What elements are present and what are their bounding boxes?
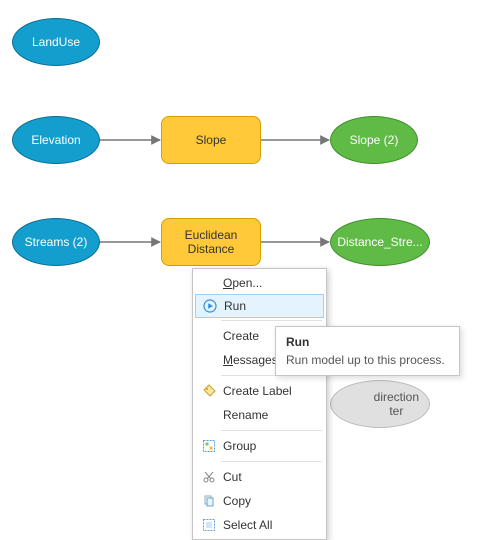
menu-item-label: Open... (223, 276, 318, 290)
menu-item-create-label[interactable]: Create Label (195, 379, 324, 403)
menu-item-rename[interactable]: Rename (195, 403, 324, 427)
node-distance-out[interactable]: Distance_Stre... (330, 218, 430, 266)
node-slope-out[interactable]: Slope (2) (330, 116, 418, 164)
menu-separator (221, 461, 322, 462)
node-label: Distance_Stre... (337, 235, 422, 249)
node-output-direction[interactable]: direction ter (330, 380, 430, 428)
tooltip-body: Run model up to this process. (286, 353, 449, 367)
tool-slope[interactable]: Slope (161, 116, 261, 164)
copy-icon (199, 493, 219, 509)
menu-separator (221, 320, 322, 321)
menu-item-label: Cut (223, 470, 318, 484)
play-icon (200, 298, 220, 314)
menu-separator (221, 430, 322, 431)
scissors-icon (199, 469, 219, 485)
menu-item-label: Run (224, 299, 317, 313)
menu-item-run[interactable]: Run (195, 294, 324, 318)
select-all-icon (199, 517, 219, 533)
menu-item-label: Copy (223, 494, 318, 508)
menu-item-open[interactable]: Open... (195, 271, 324, 295)
blank-icon (199, 275, 219, 291)
menu-item-label: Select All (223, 518, 318, 532)
group-icon (199, 438, 219, 454)
menu-item-cut[interactable]: Cut (195, 465, 324, 489)
label-icon (199, 383, 219, 399)
node-elevation[interactable]: Elevation (12, 116, 100, 164)
node-landuse[interactable]: LandUse (12, 18, 100, 66)
menu-item-label: Rename (223, 408, 318, 422)
blank-icon (199, 407, 219, 423)
node-label: LandUse (32, 35, 80, 49)
menu-item-select-all[interactable]: Select All (195, 513, 324, 537)
node-label: Slope (2) (350, 133, 399, 147)
menu-item-copy[interactable]: Copy (195, 489, 324, 513)
menu-item-label: Group (223, 439, 318, 453)
node-label: Streams (2) (25, 235, 88, 249)
tooltip-title: Run (286, 335, 449, 349)
model-canvas[interactable]: LandUse Elevation Slope Slope (2) Stream… (0, 0, 500, 512)
blank-icon (199, 352, 219, 368)
tooltip-run: Run Run model up to this process. (275, 326, 460, 376)
blank-icon (199, 328, 219, 344)
menu-item-label: Create Label (223, 384, 318, 398)
tool-euclidean-distance[interactable]: Euclidean Distance (161, 218, 261, 266)
node-label: Slope (196, 133, 227, 147)
context-menu: Open... Run Create Messages Create Label… (192, 268, 327, 540)
menu-item-group[interactable]: Group (195, 434, 324, 458)
node-label: Elevation (31, 133, 80, 147)
node-label: direction ter (374, 390, 419, 419)
node-streams[interactable]: Streams (2) (12, 218, 100, 266)
node-label: Euclidean Distance (185, 228, 238, 257)
